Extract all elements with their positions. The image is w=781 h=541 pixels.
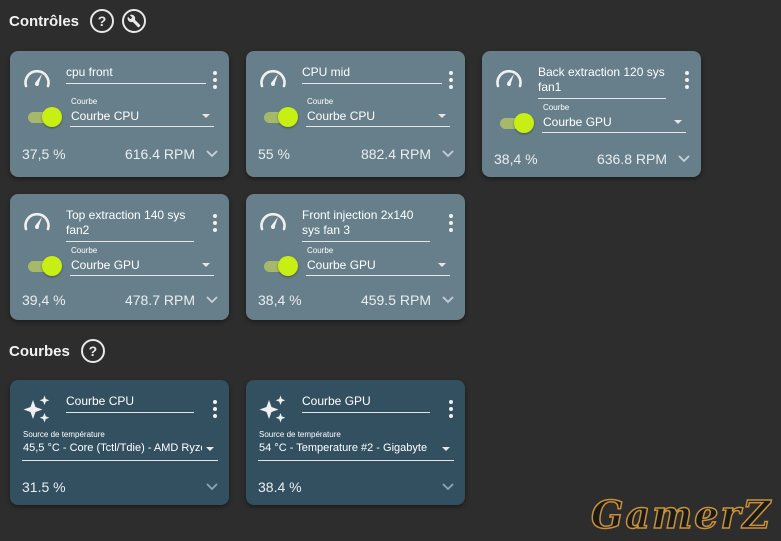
fan-name-field[interactable]: Back extraction 120 sys fan1 (538, 65, 666, 99)
fan-card-cpu-front: cpu front Courbe Courbe CPU 37,5 % 616.4… (10, 51, 229, 177)
curve-card-cpu: Courbe CPU Source de température 45,5 °C… (10, 380, 229, 505)
dropdown-caret-icon (438, 114, 446, 118)
fan-percent: 38,4 % (494, 151, 538, 167)
fan-percent: 55 % (258, 146, 290, 162)
gauge-icon (24, 212, 50, 231)
curve-select-label: Courbe (543, 103, 570, 112)
fan-toggle[interactable] (26, 255, 62, 277)
gamerz-watermark: GamerZ (590, 491, 773, 538)
curve-select-label: Courbe (307, 246, 334, 255)
temperature-source-value: 54 °C - Temperature #2 - Gigabyte (259, 442, 428, 454)
fan-card-cpu-mid: CPU mid Courbe Courbe CPU 55 % 882.4 RPM (246, 51, 465, 177)
fan-toggle[interactable] (26, 106, 62, 128)
fan-card-front-injection: Front injection 2x140 sys fan 3 Courbe C… (246, 194, 465, 320)
fan-percent: 37,5 % (22, 146, 66, 162)
temperature-source-value: 45,5 °C - Core (Tctl/Tdie) - AMD Ryzen (23, 442, 202, 454)
expand-chevron-icon[interactable] (441, 149, 455, 159)
curve-select[interactable]: Courbe Courbe CPU (70, 97, 214, 127)
curve-select-label: Courbe (307, 97, 334, 106)
curve-select[interactable]: Courbe Courbe GPU (306, 246, 450, 276)
wrench-icon[interactable] (122, 9, 147, 33)
expand-chevron-icon[interactable] (441, 482, 455, 492)
controls-header: Contrôles ? (9, 9, 147, 33)
temperature-source-select[interactable]: Source de température 45,5 °C - Core (Tc… (22, 430, 218, 461)
fan-card-back-extraction: Back extraction 120 sys fan1 Courbe Cour… (482, 51, 701, 177)
dropdown-caret-icon (202, 263, 210, 267)
curve-name-field[interactable]: Courbe GPU (302, 394, 430, 413)
curve-name-field[interactable]: Courbe CPU (66, 394, 194, 413)
gauge-icon (496, 69, 522, 88)
curves-help-icon[interactable]: ? (80, 339, 105, 363)
curve-select-label: Courbe (71, 246, 98, 255)
expand-chevron-icon[interactable] (677, 154, 691, 164)
sparkle-icon (23, 395, 50, 423)
dropdown-caret-icon (206, 447, 214, 451)
expand-chevron-icon[interactable] (205, 149, 219, 159)
curve-select[interactable]: Courbe Courbe GPU (70, 246, 214, 276)
more-menu-icon[interactable] (449, 400, 453, 418)
more-menu-icon[interactable] (213, 71, 217, 89)
curve-card-gpu: Courbe GPU Source de température 54 °C -… (246, 380, 465, 505)
fan-percent: 39,4 % (22, 292, 66, 308)
more-menu-icon[interactable] (449, 214, 453, 232)
fan-toggle[interactable] (262, 255, 298, 277)
fan-rpm: 616.4 RPM (124, 146, 195, 162)
curve-select-value: Courbe GPU (543, 115, 612, 129)
fan-name-field[interactable]: CPU mid (302, 65, 442, 84)
temperature-source-label: Source de température (23, 430, 105, 439)
curves-title: Courbes (9, 342, 70, 360)
more-menu-icon[interactable] (685, 71, 689, 89)
dropdown-caret-icon (438, 263, 446, 267)
curve-select-label: Courbe (71, 97, 98, 106)
curve-select[interactable]: Courbe Courbe GPU (542, 103, 686, 133)
controls-title: Contrôles (9, 12, 80, 30)
fan-card-top-extraction: Top extraction 140 sys fan2 Courbe Courb… (10, 194, 229, 320)
fan-name-field[interactable]: Front injection 2x140 sys fan 3 (302, 208, 430, 242)
fan-percent: 38,4 % (258, 292, 302, 308)
curve-percent: 38.4 % (258, 479, 302, 495)
curve-select-value: Courbe GPU (71, 258, 140, 272)
controls-help-icon[interactable]: ? (90, 9, 115, 33)
curve-select-value: Courbe GPU (307, 258, 376, 272)
fan-rpm: 882.4 RPM (360, 146, 431, 162)
expand-chevron-icon[interactable] (441, 295, 455, 305)
curve-select-value: Courbe CPU (71, 109, 140, 123)
dropdown-caret-icon (442, 447, 450, 451)
fan-toggle[interactable] (498, 112, 534, 134)
fan-rpm: 459.5 RPM (360, 292, 431, 308)
more-menu-icon[interactable] (213, 400, 217, 418)
curve-select[interactable]: Courbe Courbe CPU (306, 97, 450, 127)
fan-name-field[interactable]: cpu front (66, 65, 206, 84)
fan-name-field[interactable]: Top extraction 140 sys fan2 (66, 208, 194, 242)
curves-header: Courbes ? (9, 339, 105, 363)
sparkle-icon (259, 395, 286, 423)
curve-select-value: Courbe CPU (307, 109, 376, 123)
gauge-icon (260, 212, 286, 231)
dropdown-caret-icon (202, 114, 210, 118)
fan-rpm: 636.8 RPM (596, 151, 667, 167)
dropdown-caret-icon (674, 120, 682, 124)
expand-chevron-icon[interactable] (205, 295, 219, 305)
temperature-source-label: Source de température (259, 430, 341, 439)
temperature-source-select[interactable]: Source de température 54 °C - Temperatur… (258, 430, 454, 461)
more-menu-icon[interactable] (213, 214, 217, 232)
curve-percent: 31.5 % (22, 479, 66, 495)
fan-toggle[interactable] (262, 106, 298, 128)
more-menu-icon[interactable] (449, 71, 453, 89)
fan-rpm: 478.7 RPM (124, 292, 195, 308)
gauge-icon (260, 69, 286, 88)
expand-chevron-icon[interactable] (205, 482, 219, 492)
gauge-icon (24, 69, 50, 88)
